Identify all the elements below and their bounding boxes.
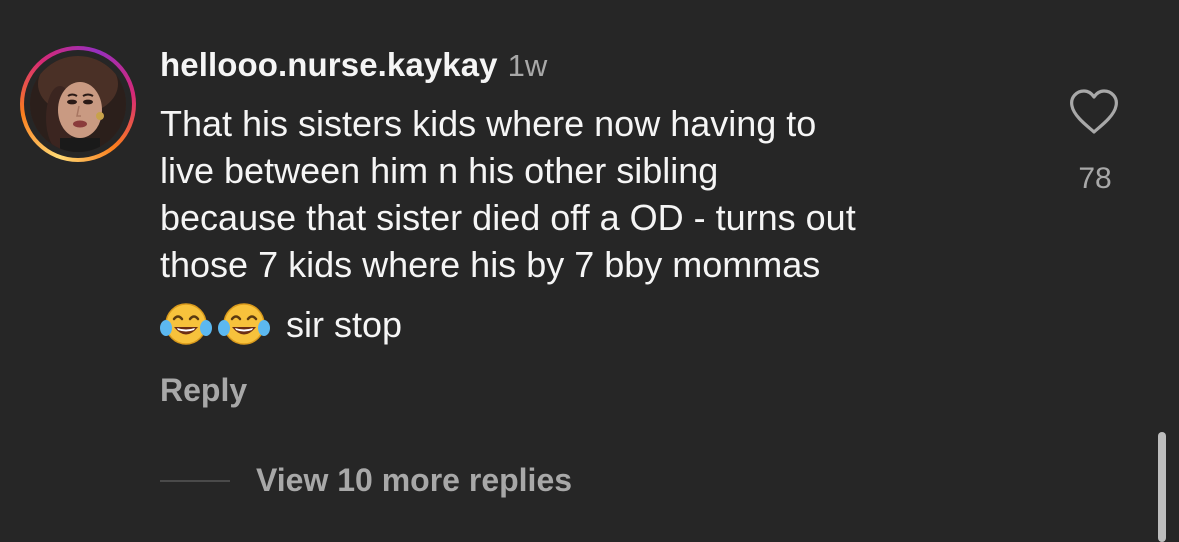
heart-outline-icon <box>1070 89 1118 134</box>
comment-text: That his sisters kids where now having t… <box>160 100 1040 288</box>
like-count: 78 <box>1078 162 1112 195</box>
avatar-image <box>30 56 126 152</box>
avatar[interactable] <box>30 56 126 152</box>
comment-text-line: live between him n his other sibling <box>160 150 719 191</box>
comment-text-line: those 7 kids where his by 7 bby mommas <box>160 244 821 285</box>
comment-emoji-text: sir stop <box>286 304 403 345</box>
username[interactable]: hellooo.nurse.kaykay <box>160 46 498 84</box>
comment-text-line: because that sister died off a OD - turn… <box>160 197 856 238</box>
view-more-replies-button[interactable]: View 10 more replies <box>160 462 572 499</box>
like-button[interactable] <box>1068 88 1120 136</box>
timestamp: 1w <box>507 48 548 83</box>
comment-text-line: That his sisters kids where now having t… <box>160 103 817 144</box>
avatar-story-ring[interactable] <box>20 46 136 162</box>
comment-header: hellooo.nurse.kaykay 1w <box>160 46 547 90</box>
reply-button[interactable]: Reply <box>160 372 247 409</box>
replies-divider <box>160 479 230 482</box>
comment: hellooo.nurse.kaykay 1w That his sisters… <box>0 0 1179 542</box>
face-with-tears-of-joy-icon <box>160 302 212 348</box>
comment-emoji-line: sir stop <box>160 300 402 350</box>
view-more-replies-label: View 10 more replies <box>256 462 573 498</box>
scrollbar[interactable] <box>1158 432 1166 542</box>
face-with-tears-of-joy-icon <box>218 302 270 348</box>
